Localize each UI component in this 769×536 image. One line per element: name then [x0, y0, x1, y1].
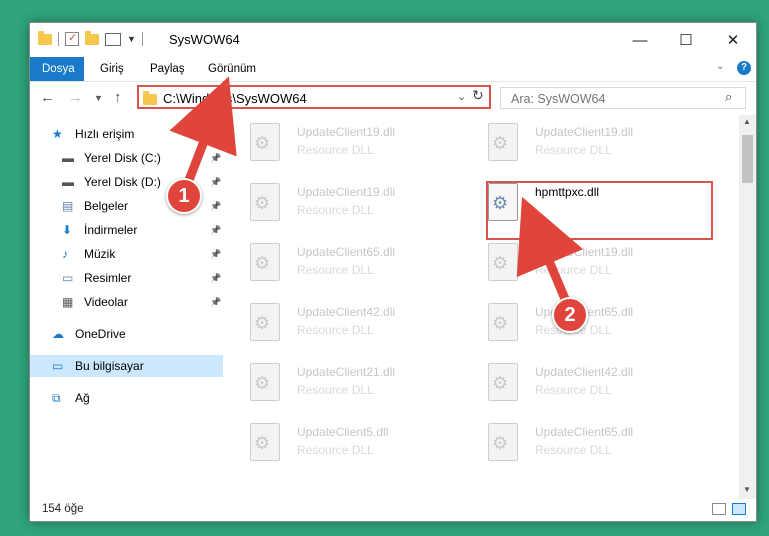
arrow-2 [516, 196, 584, 308]
step-2-badge: 2 [552, 297, 588, 333]
arrow-1 [169, 76, 237, 190]
annotation-arrows [169, 76, 584, 308]
step-1-badge: 1 [166, 178, 202, 214]
